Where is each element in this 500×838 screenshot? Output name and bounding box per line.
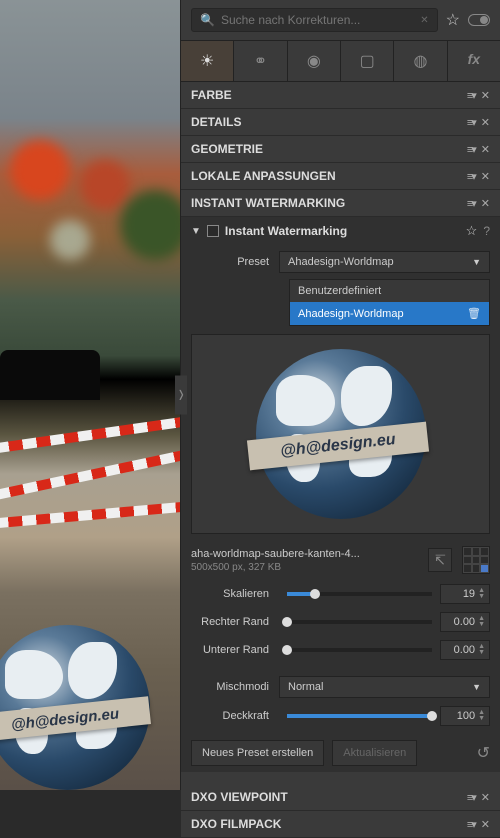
menu-icon[interactable]: ≡▾: [467, 197, 475, 210]
panel-toggle-switch[interactable]: [468, 14, 490, 26]
close-icon[interactable]: ✕: [481, 89, 490, 102]
skalieren-slider[interactable]: [287, 592, 432, 596]
rechter-rand-value[interactable]: 0.00▲▼: [440, 612, 490, 632]
new-preset-button[interactable]: Neues Preset erstellen: [191, 740, 324, 766]
unterer-rand-slider[interactable]: [287, 648, 432, 652]
instant-watermarking-header: ▼ Instant Watermarking ☆ ?: [181, 217, 500, 245]
unterer-rand-label: Unterer Rand: [191, 644, 279, 656]
mischmodi-value: Normal: [288, 681, 323, 693]
category-tabs: ☀ ⚭ ◉ ▢ ◍ fx: [181, 40, 500, 82]
tab-geometry[interactable]: ▢: [341, 41, 394, 81]
search-icon: 🔍: [200, 13, 215, 27]
menu-icon[interactable]: ≡▾: [467, 791, 475, 804]
preset-dropdown-menu: Benutzerdefiniert Ahadesign-Worldmap 🗑: [289, 279, 490, 326]
section-label: LOKALE ANPASSUNGEN: [191, 169, 336, 183]
option-label: Ahadesign-Worldmap: [298, 308, 404, 320]
search-box[interactable]: 🔍 ✕: [191, 8, 438, 32]
barrier-tape: [0, 415, 180, 456]
menu-icon[interactable]: ≡▾: [467, 89, 475, 102]
tab-local[interactable]: ◍: [394, 41, 447, 81]
tab-fx[interactable]: fx: [448, 41, 500, 81]
close-icon[interactable]: ✕: [481, 791, 490, 804]
tent-shape: [0, 350, 100, 400]
spinner-icon[interactable]: ▲▼: [478, 588, 485, 600]
preset-selected-value: Ahadesign-Worldmap: [288, 256, 394, 268]
unterer-rand-value[interactable]: 0.00▲▼: [440, 640, 490, 660]
spinner-icon[interactable]: ▲▼: [478, 710, 485, 722]
module-title: Instant Watermarking: [225, 224, 460, 238]
close-icon[interactable]: ✕: [481, 116, 490, 129]
tab-color[interactable]: ⚭: [234, 41, 287, 81]
section-filmpack[interactable]: DXO FILMPACK ≡▾ ✕: [181, 811, 500, 838]
preset-option-benutzer[interactable]: Benutzerdefiniert: [290, 280, 489, 302]
favorite-star-icon[interactable]: ☆: [466, 223, 478, 239]
corrections-panel: 🔍 ✕ ☆ ☀ ⚭ ◉ ▢ ◍ fx FARBE ≡▾ ✕ DETAILS ≡▾ ✕…: [180, 0, 500, 790]
watermark-preview-on-image: @h@design.eu: [0, 625, 150, 790]
globe-graphic: @h@design.eu: [256, 349, 426, 519]
trash-icon[interactable]: 🗑: [467, 307, 481, 320]
section-lokale[interactable]: LOKALE ANPASSUNGEN ≡▾ ✕: [181, 163, 500, 190]
deckkraft-value[interactable]: 100▲▼: [440, 706, 490, 726]
section-label: INSTANT WATERMARKING: [191, 196, 345, 210]
deckkraft-slider[interactable]: [287, 714, 432, 718]
clear-search-icon[interactable]: ✕: [420, 15, 428, 26]
section-instant[interactable]: INSTANT WATERMARKING ≡▾ ✕: [181, 190, 500, 217]
option-label: Benutzerdefiniert: [298, 285, 381, 297]
menu-icon[interactable]: ≡▾: [467, 143, 475, 156]
close-icon[interactable]: ✕: [481, 143, 490, 156]
skalieren-value[interactable]: 19▲▼: [440, 584, 490, 604]
section-viewpoint[interactable]: DXO VIEWPOINT ≡▾ ✕: [181, 784, 500, 811]
help-icon[interactable]: ?: [483, 224, 490, 238]
close-icon[interactable]: ✕: [481, 197, 490, 210]
rechter-rand-slider[interactable]: [287, 620, 432, 624]
barrier-tape: [0, 447, 180, 503]
section-farbe[interactable]: FARBE ≡▾ ✕: [181, 82, 500, 109]
section-label: DXO FILMPACK: [191, 817, 281, 831]
file-name: aha-worldmap-saubere-kanten-4...: [191, 548, 418, 560]
menu-icon[interactable]: ≡▾: [467, 818, 475, 831]
menu-icon[interactable]: ≡▾: [467, 116, 475, 129]
position-grid[interactable]: [462, 546, 490, 574]
search-input[interactable]: [221, 13, 420, 27]
deckkraft-label: Deckkraft: [191, 710, 279, 722]
spinner-icon[interactable]: ▲▼: [478, 616, 485, 628]
preset-dropdown[interactable]: Ahadesign-Worldmap ▼: [279, 251, 490, 273]
mischmodi-dropdown[interactable]: Normal ▼: [279, 676, 490, 698]
panel-expand-handle[interactable]: ❭: [175, 376, 187, 415]
menu-icon[interactable]: ≡▾: [467, 170, 475, 183]
mischmodi-label: Mischmodi: [191, 681, 279, 693]
tab-detail[interactable]: ◉: [288, 41, 341, 81]
collapse-triangle-icon[interactable]: ▼: [191, 226, 201, 237]
update-button[interactable]: Aktualisieren: [332, 740, 417, 766]
preset-label: Preset: [191, 256, 279, 268]
enable-checkbox[interactable]: [207, 225, 219, 237]
reset-icon[interactable]: ↺: [477, 743, 490, 763]
spinner-icon[interactable]: ▲▼: [478, 644, 485, 656]
section-label: FARBE: [191, 88, 232, 102]
section-label: GEOMETRIE: [191, 142, 263, 156]
watermark-preview: @h@design.eu: [191, 334, 490, 534]
section-details[interactable]: DETAILS ≡▾ ✕: [181, 109, 500, 136]
close-icon[interactable]: ✕: [481, 818, 490, 831]
chevron-down-icon: ▼: [472, 682, 481, 692]
viewer-background: @h@design.eu: [0, 0, 180, 790]
section-geometrie[interactable]: GEOMETRIE ≡▾ ✕: [181, 136, 500, 163]
instant-content: Preset Ahadesign-Worldmap ▼ Benutzerdefi…: [181, 245, 500, 772]
preset-option-worldmap[interactable]: Ahadesign-Worldmap 🗑: [290, 302, 489, 325]
section-label: DXO VIEWPOINT: [191, 790, 288, 804]
rechter-rand-label: Rechter Rand: [191, 616, 279, 628]
favorites-star-icon[interactable]: ☆: [446, 10, 460, 30]
tab-light[interactable]: ☀: [181, 41, 234, 81]
file-meta: 500x500 px, 327 KB: [191, 562, 418, 573]
barrier-tape: [0, 500, 180, 529]
section-label: DETAILS: [191, 115, 241, 129]
skalieren-label: Skalieren: [191, 588, 279, 600]
close-icon[interactable]: ✕: [481, 170, 490, 183]
chevron-down-icon: ▼: [472, 257, 481, 267]
browse-file-button[interactable]: ↸: [428, 548, 452, 572]
